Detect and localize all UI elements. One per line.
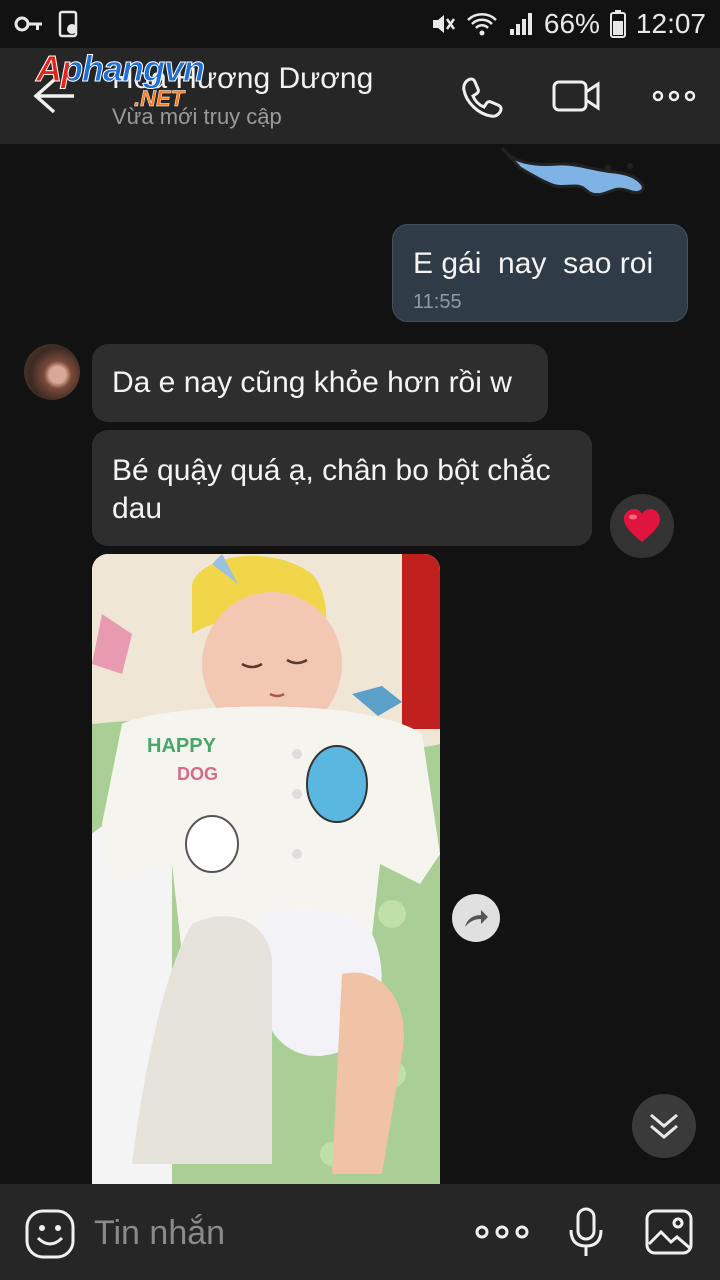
- message-input[interactable]: [92, 1208, 436, 1258]
- contact-avatar[interactable]: [24, 344, 80, 400]
- share-arrow-icon: [465, 910, 488, 927]
- battery-icon: [609, 10, 626, 38]
- image-gallery-icon[interactable]: [644, 1208, 694, 1256]
- incoming-message[interactable]: Bé quậy quá ạ, chân bo bột chắc dau: [92, 430, 592, 546]
- chat-header: Hoa Hương Dương Vừa mới truy cập Aphangv…: [0, 48, 720, 144]
- video-call-icon[interactable]: [552, 74, 600, 118]
- sim-settings-icon: [58, 10, 78, 38]
- key-icon: [14, 16, 42, 32]
- incoming-message[interactable]: Da e nay cũng khỏe hơn rồi w: [92, 344, 548, 422]
- heart-icon: [624, 509, 660, 542]
- signal-icon: [509, 13, 532, 35]
- message-text: Da e nay cũng khỏe hơn rồi w: [112, 366, 512, 399]
- message-text: E gái nay sao roi: [413, 247, 654, 280]
- shirt-text-happy: HAPPY: [147, 735, 217, 757]
- photo-baby: HAPPY DOG: [92, 554, 440, 1184]
- watermark-suffix: .NET: [134, 86, 185, 112]
- outgoing-message[interactable]: E gái nay sao roi 11:55: [392, 224, 688, 322]
- more-options-icon[interactable]: [650, 74, 698, 118]
- message-time: 11:55: [413, 291, 462, 313]
- battery-percent: 66%: [543, 8, 600, 39]
- emoji-icon[interactable]: [24, 1208, 76, 1260]
- heart-reaction[interactable]: [610, 494, 674, 558]
- share-button[interactable]: [452, 894, 500, 942]
- image-message[interactable]: HAPPY DOG: [92, 554, 440, 1184]
- more-attachments-icon[interactable]: [474, 1218, 530, 1246]
- mute-icon: [432, 15, 455, 33]
- wifi-icon: [467, 13, 497, 36]
- scroll-to-bottom-button[interactable]: [632, 1094, 696, 1158]
- shirt-text-dog: DOG: [177, 764, 218, 784]
- message-composer: [0, 1184, 720, 1280]
- clock: 12:07: [635, 8, 706, 39]
- sticker-partial[interactable]: [498, 144, 668, 196]
- watermark-logo: Aphangvn .NET: [36, 48, 206, 112]
- double-chevron-down-icon: [650, 1113, 678, 1139]
- message-text: Bé quậy quá ạ, chân bo bột chắc dau: [112, 454, 551, 525]
- status-bar: 66% 12:07: [0, 0, 720, 48]
- phone-call-icon[interactable]: [458, 74, 506, 118]
- watermark-brand: Aphangvn: [36, 48, 206, 90]
- microphone-icon[interactable]: [566, 1206, 606, 1260]
